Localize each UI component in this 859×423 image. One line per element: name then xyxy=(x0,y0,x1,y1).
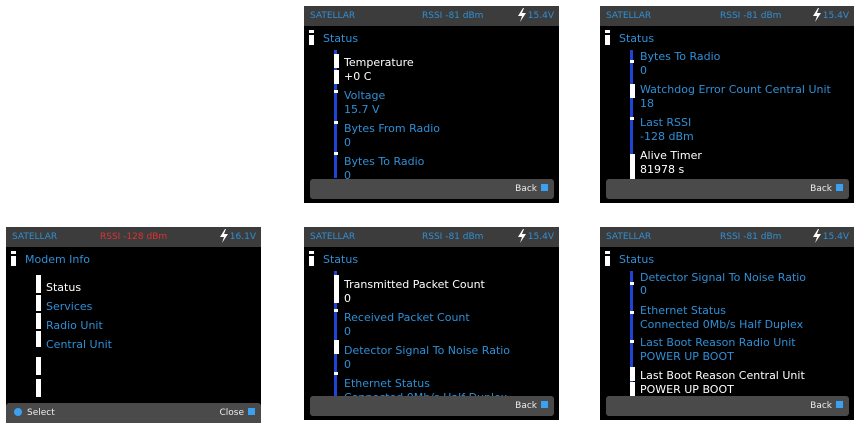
scroll-tick xyxy=(630,340,634,343)
scroll-thumb[interactable] xyxy=(334,340,339,354)
info-icon xyxy=(605,30,610,45)
list-item-label[interactable]: Ethernet Status xyxy=(640,304,726,317)
close-button[interactable]: Close xyxy=(219,403,255,423)
list-item-value: 0 xyxy=(344,136,351,149)
scroll-tick xyxy=(630,282,634,285)
list-item-value: POWER UP BOOT xyxy=(640,350,734,363)
list-item-value: 81978 s xyxy=(640,163,685,176)
info-icon xyxy=(309,251,314,266)
back-button[interactable]: Back xyxy=(810,396,843,416)
back-button[interactable]: Back xyxy=(515,179,548,199)
list-item-label[interactable]: Temperature xyxy=(344,56,414,69)
status-screen-1: SATELLAR RSSI -81 dBm 15.4V Status Tempe… xyxy=(304,6,559,203)
info-icon xyxy=(309,30,314,45)
status-list: Bytes To Radio 0 Watchdog Error Count Ce… xyxy=(621,6,854,203)
scroll-thumb[interactable] xyxy=(36,331,41,347)
scroll-thumb[interactable] xyxy=(630,367,635,381)
list-item-value: 0 xyxy=(640,64,647,77)
select-button[interactable]: Select xyxy=(14,403,55,423)
list-item-label[interactable]: Bytes To Radio xyxy=(640,50,720,63)
back-button[interactable]: Back xyxy=(810,179,843,199)
menu-item-central-unit[interactable]: Central Unit xyxy=(46,338,112,351)
list-item-value: 0 xyxy=(640,284,647,297)
footer-bar: Back xyxy=(606,396,849,416)
footer-bar: Back xyxy=(310,179,554,199)
scroll-thumb[interactable] xyxy=(36,275,41,293)
scroll-tick xyxy=(334,372,338,375)
info-icon xyxy=(11,251,16,266)
back-key-icon xyxy=(541,184,548,191)
list-item-label[interactable]: Voltage xyxy=(344,89,385,102)
status-screen-4: SATELLAR RSSI -81 dBm 15.4V Status Detec… xyxy=(600,227,854,420)
list-item-value: Connected 0Mb/s Half Duplex xyxy=(640,318,804,331)
list-item-value: 18 xyxy=(640,97,654,110)
scroll-tick xyxy=(334,121,338,124)
modem-info-screen: SATELLAR RSSI -128 dBm 16.1V Modem Info … xyxy=(6,227,261,423)
list-item-value: +0 C xyxy=(344,70,372,83)
list-item-label[interactable]: Last Boot Reason Central Unit xyxy=(640,369,805,382)
scroll-tick xyxy=(630,60,634,63)
scroll-thumb[interactable] xyxy=(334,289,339,303)
scroll-thumb[interactable] xyxy=(630,84,635,98)
status-list: Detector Signal To Noise Ratio 0 Etherne… xyxy=(621,227,854,420)
back-key-icon xyxy=(836,401,843,408)
scroll-tick xyxy=(334,152,338,155)
scroll-thumb[interactable] xyxy=(630,154,635,168)
list-item-label[interactable]: Received Packet Count xyxy=(344,311,470,324)
menu-item-status[interactable]: Status xyxy=(46,281,81,294)
list-item-value: POWER UP BOOT xyxy=(640,383,734,396)
menu-item-services[interactable]: Services xyxy=(46,300,92,313)
list-item-value: 0 xyxy=(344,325,351,338)
list-item-label[interactable]: Transmitted Packet Count xyxy=(344,278,485,291)
status-screen-2: SATELLAR RSSI -81 dBm 15.4V Status Bytes… xyxy=(600,6,854,203)
scroll-thumb[interactable] xyxy=(334,70,339,84)
back-button[interactable]: Back xyxy=(515,396,548,416)
scroll-thumb[interactable] xyxy=(36,357,41,375)
scroll-tick xyxy=(334,309,338,312)
list-item-label[interactable]: Ethernet Status xyxy=(344,377,430,390)
scroll-tick xyxy=(630,311,634,314)
scroll-tick xyxy=(334,90,338,93)
scroll-thumb[interactable] xyxy=(630,382,635,396)
scroll-thumb[interactable] xyxy=(334,275,339,289)
footer-bar: Back xyxy=(606,179,849,199)
list-item-label[interactable]: Last Boot Reason Radio Unit xyxy=(640,336,796,349)
scroll-thumb[interactable] xyxy=(36,379,41,397)
list-item-label[interactable]: Alive Timer xyxy=(640,149,702,162)
list-item-label[interactable]: Detector Signal To Noise Ratio xyxy=(344,344,510,357)
scroll-thumb[interactable] xyxy=(334,54,339,68)
list-item-label[interactable]: Bytes From Radio xyxy=(344,122,440,135)
footer-bar: Back xyxy=(310,396,554,416)
close-key-icon xyxy=(248,408,255,415)
modem-menu: Status Services Radio Unit Central Unit xyxy=(27,227,261,423)
scroll-thumb[interactable] xyxy=(36,295,41,311)
list-item-label[interactable]: Bytes To Radio xyxy=(344,155,424,168)
back-key-icon xyxy=(541,401,548,408)
select-key-icon xyxy=(14,407,22,416)
footer-bar: Select Close xyxy=(6,403,261,423)
list-item-value: -128 dBm xyxy=(640,130,694,143)
list-item-label[interactable]: Detector Signal To Noise Ratio xyxy=(640,271,806,284)
list-item-label[interactable]: Watchdog Error Count Central Unit xyxy=(640,83,831,96)
scroll-thumb[interactable] xyxy=(36,313,41,329)
list-item-value: 0 xyxy=(344,358,351,371)
status-list: Transmitted Packet Count 0 Received Pack… xyxy=(325,227,559,420)
list-item-value: 15.7 V xyxy=(344,103,380,116)
list-item-label[interactable]: Last RSSI xyxy=(640,116,691,129)
status-screen-3: SATELLAR RSSI -81 dBm 15.4V Status Trans… xyxy=(304,227,559,420)
info-icon xyxy=(605,251,610,266)
back-key-icon xyxy=(836,184,843,191)
scroll-tick xyxy=(630,117,634,120)
list-item-value: 0 xyxy=(344,292,351,305)
status-list: Temperature +0 C Voltage 15.7 V Bytes Fr… xyxy=(325,6,559,203)
menu-item-radio-unit[interactable]: Radio Unit xyxy=(46,319,103,332)
